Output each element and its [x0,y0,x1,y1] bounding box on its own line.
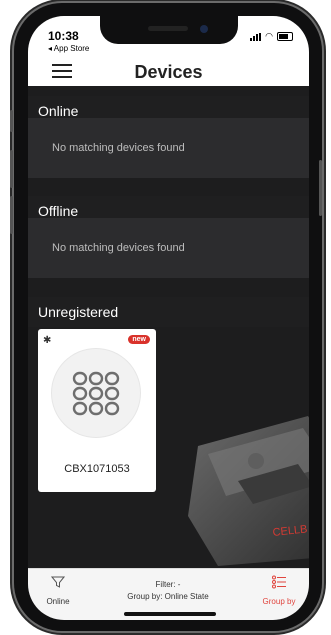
device-name: CBX1071053 [64,463,130,475]
device-keypad-icon [72,371,120,416]
group-by-label: Group by [262,597,296,606]
cellbox-case-image: CELLB [188,416,309,566]
notch [100,16,238,44]
volume-up-button [10,150,13,188]
new-badge: new [128,335,150,344]
filter-summary: Filter: - Group by: Online State [98,579,238,603]
online-filter-label: Online [46,597,70,606]
section-unregistered-header: Unregistered [28,297,309,327]
front-camera [200,25,208,33]
volume-down-button [10,196,13,234]
device-card[interactable]: ✱ new CBX1071053 [38,329,156,492]
group-list-icon [272,575,286,589]
filter-value: Filter: - [155,580,181,589]
device-avatar [52,349,140,437]
bluetooth-icon: ✱ [43,335,52,346]
status-time: 10:38 [48,29,79,43]
group-by-button[interactable]: Group by [257,575,301,606]
back-to-app-store-link[interactable]: ◂ App Store [48,44,89,53]
app-screen: 10:38 ◂ App Store ◠ Devices Online No ma… [28,16,309,620]
filter-funnel-icon [50,576,66,588]
online-filter-button[interactable]: Online [38,575,78,606]
signal-icon [250,32,262,41]
battery-icon [277,32,293,41]
group-by-value: Group by: Online State [127,592,209,601]
page-title: Devices [134,62,203,82]
mute-switch [10,110,13,132]
power-button [319,160,322,216]
section-online-empty: No matching devices found [28,118,309,178]
speaker [148,26,188,31]
home-indicator[interactable] [124,612,216,616]
wifi-icon: ◠ [265,31,273,41]
status-icons: ◠ [250,31,293,42]
section-offline-empty: No matching devices found [28,218,309,278]
